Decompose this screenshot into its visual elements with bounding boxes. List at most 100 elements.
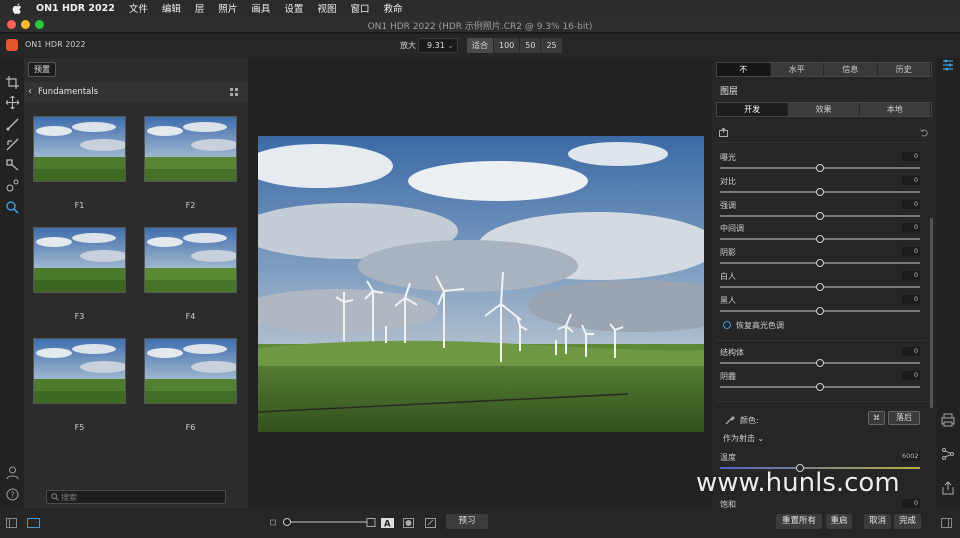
sliders-icon[interactable] [941, 58, 955, 72]
preset-thumbnail[interactable] [144, 338, 237, 404]
adjustment-slider[interactable] [720, 211, 920, 220]
right-panel-toggle-icon[interactable] [941, 518, 952, 528]
slider-knob[interactable] [283, 518, 291, 526]
slider-knob[interactable] [816, 359, 824, 367]
refine-brush-icon[interactable] [6, 158, 19, 171]
adjustment-value[interactable]: 0 [902, 371, 920, 380]
large-thumb-icon[interactable] [366, 518, 377, 528]
adjustment-value[interactable]: 0 [902, 271, 920, 280]
compare-icon[interactable] [425, 518, 436, 528]
export-icon[interactable] [941, 481, 955, 495]
zoom-50-button[interactable]: 50 [520, 38, 542, 53]
crop-icon[interactable] [6, 76, 19, 89]
zoom-25-button[interactable]: 25 [541, 38, 563, 53]
menu-help[interactable]: 救命 [383, 1, 402, 15]
restart-button[interactable]: 重启 [826, 514, 852, 529]
adjustment-slider[interactable] [720, 359, 920, 367]
tab-local[interactable]: 本地 [859, 103, 931, 116]
adjustment-slider[interactable] [720, 383, 920, 391]
preset-thumbnail[interactable] [33, 116, 126, 182]
image-canvas[interactable] [248, 58, 712, 508]
adjustment-slider[interactable] [720, 283, 920, 291]
preset-thumbnail[interactable] [33, 338, 126, 404]
category-bar[interactable]: ‹ Fundamentals [24, 82, 248, 102]
help-icon[interactable]: ? [6, 488, 19, 501]
recover-highlights-checkbox[interactable] [723, 321, 731, 329]
masking-brush-icon[interactable] [6, 138, 19, 151]
retouch-icon[interactable] [6, 179, 19, 192]
move-icon[interactable] [6, 96, 19, 109]
saturation-value[interactable]: 0 [902, 499, 920, 508]
menu-mask[interactable]: 画具 [251, 1, 270, 15]
tab-develop[interactable]: 开发 [717, 103, 789, 116]
slider-knob[interactable] [816, 383, 824, 391]
menu-edit[interactable]: 编辑 [162, 1, 181, 15]
zoom-tool-icon[interactable] [6, 201, 19, 214]
adjustment-value[interactable]: 0 [902, 294, 920, 304]
adjustment-slider[interactable] [720, 187, 920, 196]
menu-view[interactable]: 视图 [317, 1, 336, 15]
text-overlay-icon[interactable]: A [381, 518, 394, 528]
adjustment-slider[interactable] [720, 164, 920, 172]
menu-layer[interactable]: 层 [195, 1, 205, 15]
eyedropper-icon[interactable] [725, 415, 735, 425]
zoom-100-button[interactable]: 100 [494, 38, 521, 53]
grid-view-icon[interactable] [230, 88, 238, 96]
chevron-left-icon[interactable]: ‹ [28, 86, 32, 97]
user-icon[interactable] [6, 466, 19, 479]
preview-button[interactable]: 预习 [446, 514, 488, 529]
preset-search-input[interactable]: 搜索 [46, 490, 226, 504]
filmstrip-icon[interactable] [27, 518, 40, 528]
adjustment-value[interactable]: 0 [902, 247, 920, 257]
menu-file[interactable]: 文件 [129, 1, 148, 15]
cancel-button[interactable]: 取消 [864, 514, 891, 529]
tab-none[interactable]: 不 [717, 63, 771, 76]
slider-knob[interactable] [816, 306, 824, 315]
slider-knob[interactable] [816, 211, 824, 220]
preset-thumbnail[interactable] [33, 227, 126, 293]
menu-app[interactable]: ON1 HDR 2022 [36, 3, 115, 14]
slider-knob[interactable] [816, 259, 824, 268]
adjustment-value[interactable]: 0 [902, 152, 920, 161]
adjustment-slider[interactable] [720, 235, 920, 244]
preset-thumbnail[interactable] [144, 116, 237, 182]
adjustment-slider[interactable] [720, 306, 920, 315]
reset-icon[interactable] [920, 128, 929, 137]
wb-preset-button[interactable]: 落后 [888, 411, 920, 425]
print-icon[interactable] [941, 413, 955, 427]
thumbnail-size-slider[interactable] [283, 518, 367, 526]
panel-toggle-icon[interactable] [6, 518, 17, 528]
reset-all-button[interactable]: 重置所有 [776, 514, 822, 529]
slider-knob[interactable] [816, 283, 824, 291]
small-thumb-icon[interactable] [270, 518, 277, 528]
panel-scrollbar[interactable] [930, 218, 933, 408]
menu-photo[interactable]: 照片 [218, 1, 237, 15]
zoom-select[interactable]: 9.31 ⌄ [418, 38, 458, 53]
adjustment-value[interactable]: 0 [902, 347, 920, 356]
tab-info[interactable]: 信息 [824, 63, 878, 76]
main-photo[interactable] [258, 136, 704, 432]
slider-knob[interactable] [816, 235, 824, 244]
presets-tab[interactable]: 预置 [28, 62, 56, 77]
adjustment-value[interactable]: 0 [902, 199, 920, 209]
menu-settings[interactable]: 设置 [284, 1, 303, 15]
wb-picker-button[interactable]: ⌘ [868, 411, 885, 425]
menu-window[interactable]: 窗口 [350, 1, 369, 15]
mask-view-icon[interactable] [403, 518, 414, 528]
temperature-value[interactable]: 6002 [902, 452, 920, 461]
tab-levels[interactable]: 水平 [770, 63, 824, 76]
done-button[interactable]: 完成 [894, 514, 921, 529]
slider-knob[interactable] [816, 164, 824, 172]
adjustment-slider[interactable] [720, 259, 920, 268]
preset-thumbnail[interactable] [144, 227, 237, 293]
adjustment-value[interactable]: 0 [902, 223, 920, 233]
add-layer-icon[interactable] [719, 128, 728, 137]
share-icon[interactable] [941, 447, 955, 461]
white-balance-select[interactable]: 作为射击 ⌄ [723, 433, 764, 444]
adjustment-value[interactable]: 0 [902, 175, 920, 185]
tab-history[interactable]: 历史 [877, 63, 931, 76]
zoom-fit-button[interactable]: 适合 [467, 38, 494, 53]
tab-effects[interactable]: 效果 [788, 103, 860, 116]
brush-icon[interactable] [6, 118, 19, 131]
apple-icon[interactable] [12, 2, 22, 14]
